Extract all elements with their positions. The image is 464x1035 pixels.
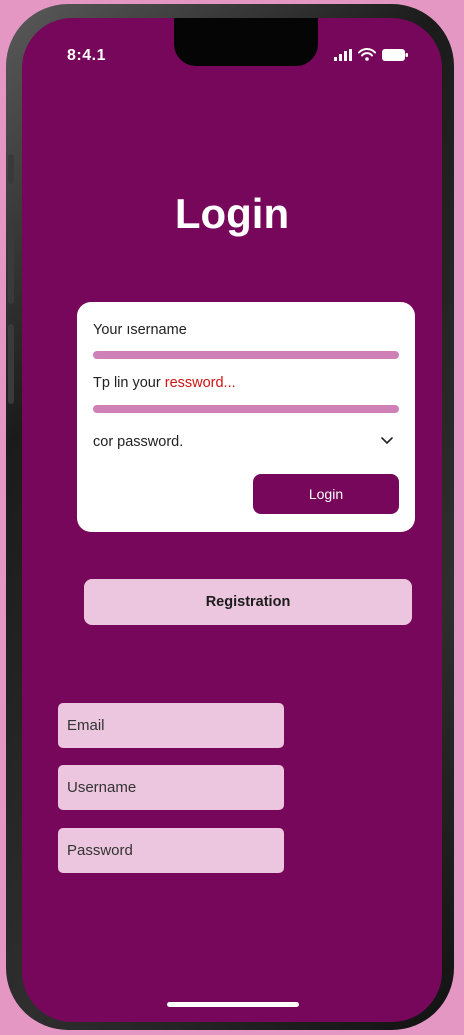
username-label: Your ısername <box>93 322 187 338</box>
signal-icon <box>334 48 352 66</box>
login-button[interactable]: Login <box>253 474 399 514</box>
login-card: Your ısername Tp lin your ressword... co… <box>77 302 415 532</box>
page-title: Login <box>174 190 290 237</box>
password-hint-prefix: Tp lin your <box>93 375 165 391</box>
password-field[interactable]: Password <box>58 828 284 873</box>
home-indicator[interactable] <box>167 1002 299 1007</box>
status-icons <box>334 48 408 66</box>
username-input[interactable] <box>93 351 399 359</box>
volume-up-button <box>8 224 14 304</box>
email-field[interactable]: Email <box>58 703 284 748</box>
password-hint-highlight: ressword... <box>164 375 236 391</box>
phone-frame: 8:4.1 Login Your ısername Tp lin your re… <box>6 4 454 1030</box>
chevron-down-icon[interactable] <box>381 432 393 450</box>
password-input[interactable] <box>93 405 399 413</box>
confirm-password-label: cor password. <box>93 434 184 450</box>
registration-button[interactable]: Registration <box>84 579 412 625</box>
password-hint: Tp lin your ressword... <box>93 375 236 391</box>
wifi-icon <box>358 48 376 66</box>
volume-down-button <box>8 324 14 404</box>
battery-icon <box>382 48 408 66</box>
username-field[interactable]: Username <box>58 765 284 810</box>
status-time: 8:4.1 <box>67 47 106 64</box>
mute-switch <box>8 154 14 184</box>
notch <box>174 18 318 66</box>
app-screen: 8:4.1 Login Your ısername Tp lin your re… <box>22 18 442 1022</box>
